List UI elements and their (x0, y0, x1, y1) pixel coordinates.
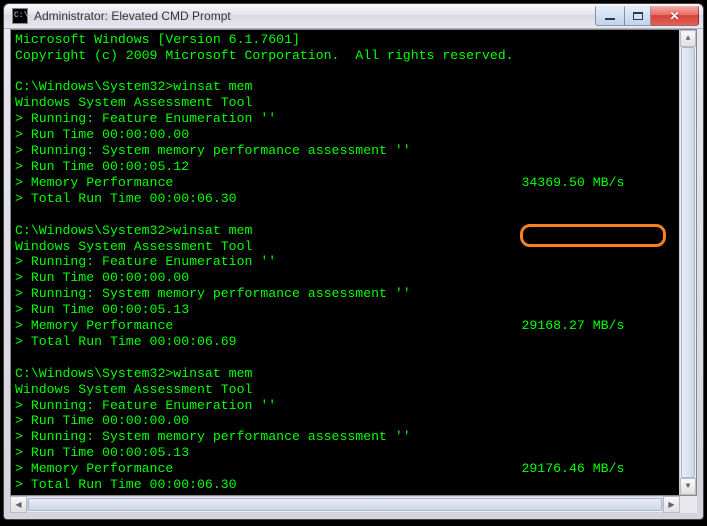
scrollbar-corner (680, 496, 697, 513)
close-button[interactable]: ✕ (651, 6, 699, 26)
scroll-track[interactable] (680, 47, 696, 478)
scroll-right-button[interactable]: ▶ (663, 496, 680, 513)
client-area: Microsoft Windows [Version 6.1.7601] Cop… (10, 29, 697, 496)
window-controls: ✕ (595, 6, 699, 26)
h-scroll-thumb[interactable] (28, 498, 662, 511)
cmd-icon: C:\ (12, 8, 28, 24)
window-title: Administrator: Elevated CMD Prompt (34, 9, 595, 23)
h-scroll-track[interactable] (27, 496, 663, 513)
scroll-down-button[interactable]: ▼ (680, 478, 696, 495)
scroll-thumb[interactable] (681, 47, 695, 478)
maximize-button[interactable] (624, 6, 651, 26)
vertical-scrollbar[interactable]: ▲ ▼ (679, 30, 696, 495)
scroll-left-button[interactable]: ◀ (10, 496, 27, 513)
cmd-window: C:\ Administrator: Elevated CMD Prompt ✕… (3, 3, 704, 520)
scroll-up-button[interactable]: ▲ (680, 30, 696, 47)
horizontal-scrollbar-area: ◀ ▶ (10, 496, 697, 513)
terminal-output[interactable]: Microsoft Windows [Version 6.1.7601] Cop… (11, 30, 679, 495)
minimize-button[interactable] (595, 6, 624, 26)
titlebar[interactable]: C:\ Administrator: Elevated CMD Prompt ✕ (4, 4, 703, 29)
